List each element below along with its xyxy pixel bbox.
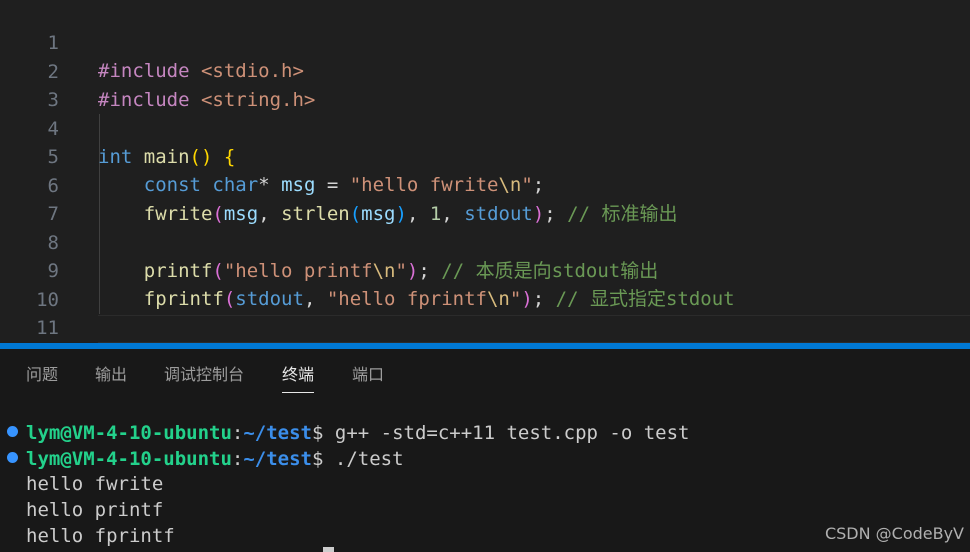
- terminal-output-line: hello printf: [26, 499, 164, 521]
- tab-output[interactable]: 输出: [95, 363, 127, 387]
- watermark-text: CSDN @CodeByV: [824, 524, 964, 543]
- command-status-dot-icon[interactable]: [7, 426, 18, 437]
- code-line-2[interactable]: 2 #include <string.h>: [0, 30, 970, 111]
- prompt-user: lym@VM-4-10-ubuntu: [26, 422, 232, 444]
- code-line-12[interactable]: 12 }: [0, 315, 970, 396]
- code-line-11[interactable]: 11 return 0;: [0, 286, 970, 367]
- tab-ports[interactable]: 端口: [352, 363, 384, 387]
- panel-tab-bar: 问题 输出 调试控制台 终端 端口: [0, 349, 970, 401]
- command-status-dot-icon[interactable]: [7, 452, 18, 463]
- prompt-separator: :: [231, 448, 244, 470]
- prompt-path: ~/test: [243, 422, 312, 444]
- code-editor[interactable]: 1 #include <stdio.h> 2 #include <string.…: [0, 0, 970, 396]
- terminal-output-line: hello fwrite: [26, 473, 164, 495]
- terminal-prompt-line: lym@VM-4-10-ubuntu:~/test$ ./test: [26, 446, 404, 472]
- code-line-4[interactable]: 4 int main() {: [0, 87, 970, 168]
- code-line-3[interactable]: 3: [0, 58, 970, 111]
- terminal-command: ./test: [323, 448, 404, 470]
- code-line-5[interactable]: 5 const char* msg = "hello fwrite\n";: [0, 115, 970, 196]
- prompt-separator: :: [231, 422, 244, 444]
- tab-problems[interactable]: 问题: [26, 363, 58, 387]
- code-line-9[interactable]: 9 fprintf(stdout, "hello fprintf\n"); //…: [0, 229, 970, 310]
- code-line-1[interactable]: 1 #include <stdio.h>: [0, 1, 970, 82]
- prompt-symbol: $: [312, 422, 324, 444]
- code-line-7[interactable]: 7: [0, 172, 970, 225]
- code-line-8[interactable]: 8 printf("hello printf\n"); // 本质是向stdou…: [0, 201, 970, 282]
- prompt-symbol: $: [312, 448, 324, 470]
- terminal-command: g++ -std=c++11 test.cpp -o test: [323, 422, 690, 444]
- prompt-path: ~/test: [243, 448, 312, 470]
- terminal-output-line: hello fprintf: [26, 525, 175, 547]
- prompt-user: lym@VM-4-10-ubuntu: [26, 448, 232, 470]
- tab-terminal[interactable]: 终端: [282, 363, 315, 393]
- code-line-6[interactable]: 6 fwrite(msg, strlen(msg), 1, stdout); /…: [0, 144, 970, 225]
- code-line-10[interactable]: 10: [0, 258, 970, 311]
- terminal-cursor: [323, 547, 334, 552]
- bottom-panel: 问题 输出 调试控制台 终端 端口 lym@VM-4-10-ubuntu:~/t…: [0, 349, 970, 552]
- tab-debug-console[interactable]: 调试控制台: [164, 363, 244, 387]
- terminal-prompt-line: lym@VM-4-10-ubuntu:~/test$ g++ -std=c++1…: [26, 420, 690, 446]
